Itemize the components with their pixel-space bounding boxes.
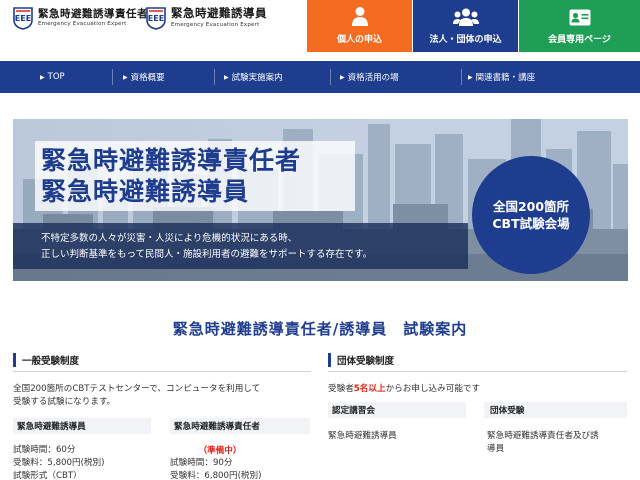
logo1-en: Emergency Evacuation Expert [38,21,127,27]
svg-text:EEE: EEE [15,14,31,23]
test-center-badge: 全国200箇所 CBT試験会場 [472,156,590,274]
general-exam-desc: 全国200箇所のCBTテストセンターで、コンピュータを利用して 受験する試験にな… [13,383,311,409]
nav-item-label: TOP [47,72,65,82]
hero-title-line1: 緊急時避難誘導責任者 [41,146,302,175]
hero-title-line2: 緊急時避難誘導員 [41,177,250,206]
general-col1-details: 試験時間：60分 受験料：5,800円(税別) 試験形式（CBT） [13,444,163,480]
group-col2-line1: 緊急時避難誘導責任者及び誘 [487,431,599,441]
group-col1-text: 緊急時避難誘導員 [328,431,397,441]
nav-divider [214,69,215,85]
global-nav: ▶ TOP ▶ 資格概要 ▶ 試験実施案内 ▶ 資格活用の場 ▶ 関連書籍・講座 [0,61,640,93]
group-col1-title: 認定講習会 [328,402,466,418]
general-exam-heading-text: 一般受験制度 [22,355,80,367]
hero-subtitle: 不特定多数の人々が災害・人災により危機的状況にある時、 正しい判断基準をもって民… [41,231,372,263]
badge-line1: 全国200箇所 [492,199,570,214]
general-exam-heading: 一般受験制度 [13,348,311,372]
nav-item-exam-info[interactable]: ▶ 試験実施案内 [224,61,283,93]
nav-divider [461,69,462,85]
preparing-status: （準備中） [198,446,242,456]
individual-apply-button[interactable]: 個人の申込 [307,0,412,52]
group-desc-prefix: 受験者 [328,384,354,394]
nav-item-label: 資格概要 [130,73,165,83]
group-desc-suffix: からお申し込み可能です [385,384,481,394]
group-col2-line2: 導員 [487,444,505,454]
nav-item-books[interactable]: ▶ 関連書籍・講座 [468,61,535,93]
triangle-right-icon: ▶ [468,73,473,81]
triangle-right-icon: ▶ [40,73,45,81]
hero-title: 緊急時避難誘導責任者 緊急時避難誘導員 [41,145,301,207]
eee-emblem-icon: EEE [12,6,34,30]
group-col2-title: 団体受験 [484,402,627,418]
nav-item-overview[interactable]: ▶ 資格概要 [123,61,165,93]
person-icon [351,7,368,26]
logo-evacuation-leader[interactable]: EEE 緊急時避難誘導責任者 Emergency Evacuation Expe… [12,6,148,30]
member-card-icon [569,9,590,26]
general-col2-details: 試験時間：90分 受験料：6,800円(税別) [170,457,310,480]
logo-evacuation-guide[interactable]: EEE 緊急時避難誘導員 Emergency Evacuation Expert [145,6,267,30]
group-exam-heading-text: 団体受験制度 [337,355,395,367]
corporate-apply-button[interactable]: 法人・団体の申込 [413,0,518,52]
individual-apply-label: 個人の申込 [336,35,382,45]
logo1-jp: 緊急時避難誘導責任者 [38,7,148,20]
general-desc-line1: 全国200箇所のCBTテストセンターで、コンピュータを利用して [13,384,261,394]
triangle-right-icon: ▶ [224,73,229,81]
member-page-button[interactable]: 会員専用ページ [519,0,640,52]
group-col2-text: 緊急時避難誘導責任者及び誘 導員 [487,430,627,456]
badge-line2: CBT試験会場 [492,216,570,231]
col2-exam-time: 試験時間：90分 [170,458,233,468]
nav-item-utilization[interactable]: ▶ 資格活用の場 [340,61,399,93]
eee-emblem-icon: EEE [145,6,167,30]
nav-item-top[interactable]: ▶ TOP [40,61,65,93]
group-exam-desc: 受験者5名以上からお申し込み可能です [328,383,627,396]
nav-item-label: 関連書籍・講座 [475,73,536,83]
heading-accent-bar [13,352,16,367]
svg-text:EEE: EEE [148,14,164,23]
col1-exam-time: 試験時間：60分 [13,445,76,455]
general-col2-title: 緊急時避難誘導責任者 [170,418,310,434]
general-desc-line2: 受験する試験になります。 [13,397,116,407]
section-title: 緊急時避難誘導責任者/誘導員 試験案内 [172,320,468,338]
col1-exam-format: 試験形式（CBT） [13,471,82,480]
nav-item-label: 資格活用の場 [347,73,399,83]
corporate-apply-label: 法人・団体の申込 [429,35,502,45]
general-col1-title: 緊急時避難誘導員 [13,418,151,434]
hero-banner: 緊急時避難誘導責任者 緊急時避難誘導員 不特定多数の人々が災害・人災により危機的… [13,119,628,281]
member-page-label: 会員専用ページ [548,35,611,45]
group-exam-heading: 団体受験制度 [328,348,627,372]
hero-subtitle-line1: 不特定多数の人々が災害・人災により危機的状況にある時、 [41,233,298,244]
logo2-jp: 緊急時避難誘導員 [171,6,267,20]
group-icon [452,8,479,26]
triangle-right-icon: ▶ [123,73,128,81]
col1-exam-fee: 受験料：5,800円(税別) [13,458,105,468]
site-header: EEE 緊急時避難誘導責任者 Emergency Evacuation Expe… [0,0,640,53]
hero-subtitle-line2: 正しい判断基準をもって民間人・施設利用者の避難をサポートする存在です。 [41,249,373,260]
heading-accent-bar [328,352,331,367]
nav-divider [112,69,113,85]
col2-exam-fee: 受験料：6,800円(税別) [170,471,262,480]
triangle-right-icon: ▶ [340,73,345,81]
group-min-count: 5名以上 [353,384,386,394]
nav-item-label: 試験実施案内 [231,73,283,83]
nav-divider [330,69,331,85]
logo2-en: Emergency Evacuation Expert [171,21,260,28]
